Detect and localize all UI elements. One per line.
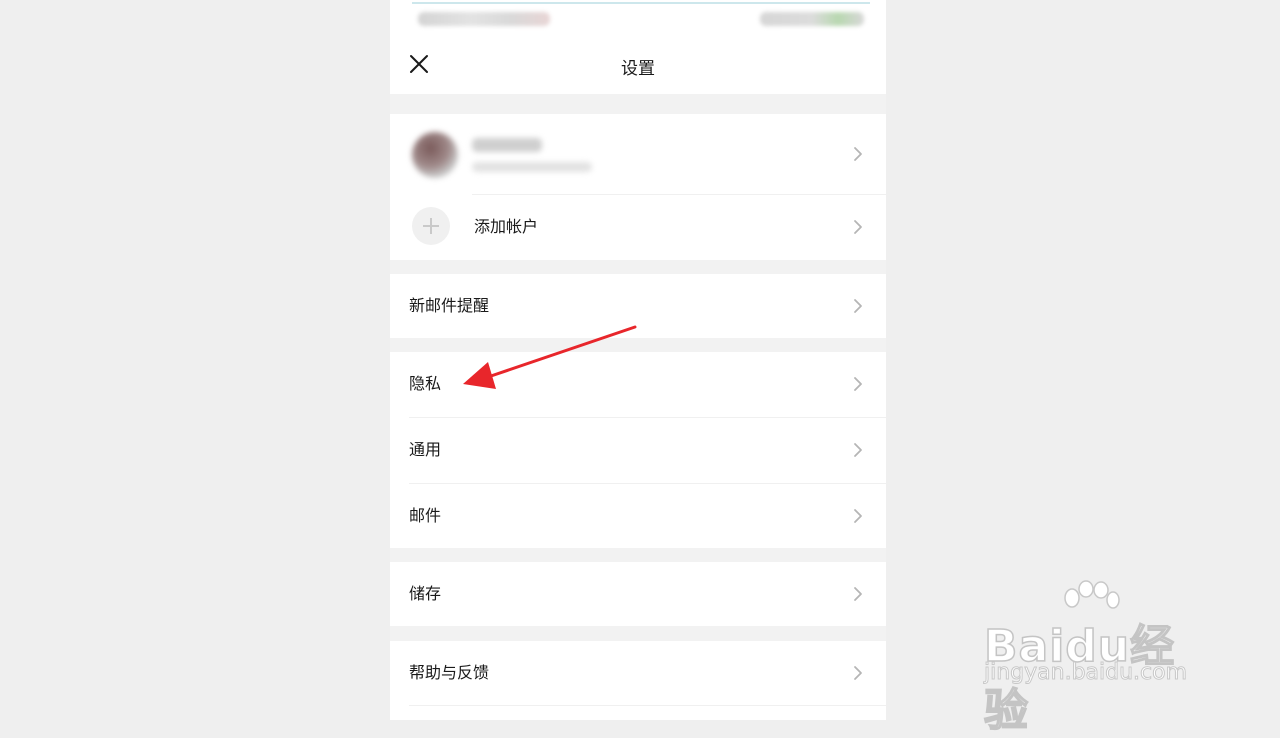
account-name-blurred [472,138,542,152]
watermark-url: jingyan.baidu.com [983,660,1188,686]
settings-screen: 设置 添加帐户 新邮件提醒 隐私 通用 邮件 储存 帮助与反馈 [390,0,886,720]
add-account-circle [412,207,450,245]
general-label: 通用 [409,440,442,459]
add-account-row[interactable]: 添加帐户 [390,195,886,260]
mail-label: 邮件 [409,506,442,525]
general-row[interactable]: 通用 [390,418,886,483]
nav-header: 设置 [390,36,886,94]
status-bar-accent-line [412,2,870,4]
chevron-right-icon [854,147,862,161]
help-card: 帮助与反馈 [390,641,886,720]
storage-label: 储存 [409,584,442,603]
storage-card: 储存 [390,562,886,626]
new-mail-alert-label: 新邮件提醒 [409,296,490,315]
chevron-right-icon [854,220,862,234]
mail-row[interactable]: 邮件 [390,484,886,548]
chevron-right-icon [854,443,862,457]
baidu-watermark: Baidu经验 jingyan.baidu.com [980,580,1220,737]
account-email-blurred [472,162,592,172]
storage-row[interactable]: 储存 [390,562,886,626]
chevron-right-icon [854,587,862,601]
plus-icon [423,218,439,234]
chevron-right-icon [854,509,862,523]
privacy-label: 隐私 [409,374,442,393]
chevron-right-icon [854,377,862,391]
divider [409,705,886,706]
status-bar-blurred-left [418,12,550,26]
preferences-card: 隐私 通用 邮件 [390,352,886,548]
status-bar [390,0,886,36]
status-bar-blurred-right [760,12,864,26]
new-mail-alert-row[interactable]: 新邮件提醒 [390,274,886,338]
help-feedback-row[interactable]: 帮助与反馈 [390,641,886,705]
page-title: 设置 [621,59,655,79]
notification-card: 新邮件提醒 [390,274,886,338]
privacy-row[interactable]: 隐私 [390,352,886,417]
avatar [412,132,458,178]
chevron-right-icon [854,299,862,313]
help-feedback-label: 帮助与反馈 [409,663,490,682]
account-profile-row[interactable] [390,114,886,194]
account-card: 添加帐户 [390,114,886,260]
add-account-label: 添加帐户 [474,217,539,236]
chevron-right-icon [854,666,862,680]
